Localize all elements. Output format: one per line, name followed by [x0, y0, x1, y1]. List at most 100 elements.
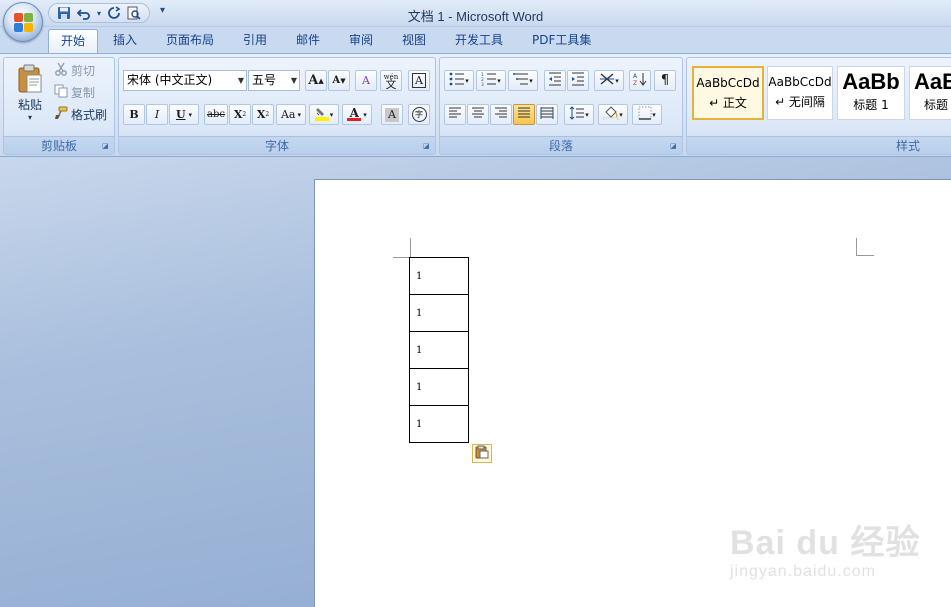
- shading-button[interactable]: ▾: [598, 104, 628, 125]
- document-table[interactable]: 1 1 1 1 1: [409, 257, 469, 443]
- justify-button[interactable]: [513, 104, 535, 125]
- paste-icon: [17, 64, 43, 94]
- decrease-indent-button[interactable]: [544, 70, 566, 91]
- eraser-icon: A: [362, 74, 370, 87]
- table-cell[interactable]: 1: [409, 405, 469, 443]
- align-right-button[interactable]: [490, 104, 512, 125]
- clipboard-group: 粘贴 ▾ 剪切 复制 格式刷 剪贴板 ◪: [3, 57, 115, 155]
- increase-indent-icon: [571, 72, 585, 89]
- borders-button[interactable]: ▾: [632, 104, 662, 125]
- chevron-down-icon: ▼: [237, 76, 244, 85]
- multilevel-list-icon: [513, 72, 529, 89]
- tab-review[interactable]: 审阅: [337, 29, 385, 53]
- table-cell[interactable]: 1: [409, 331, 469, 369]
- character-border-icon: A: [412, 73, 426, 88]
- font-size-combo[interactable]: 五号 ▼: [248, 70, 300, 91]
- superscript-button[interactable]: X2: [252, 104, 274, 125]
- superscript-icon: X: [256, 108, 266, 121]
- character-shading-button[interactable]: A: [381, 104, 403, 125]
- cut-button[interactable]: 剪切: [54, 62, 95, 80]
- style-normal[interactable]: AaBbCcDd ↵ 正文: [692, 66, 764, 120]
- underline-button[interactable]: U ▾: [169, 104, 199, 125]
- sort-button[interactable]: AZ: [629, 70, 651, 91]
- subscript-button[interactable]: X2: [229, 104, 251, 125]
- align-left-icon: [448, 107, 462, 122]
- clear-formatting-button[interactable]: A: [355, 70, 377, 91]
- tab-home[interactable]: 开始: [48, 29, 99, 53]
- print-preview-icon[interactable]: [125, 5, 143, 21]
- office-button[interactable]: [3, 2, 43, 42]
- style-sample: AaBbCcDd: [696, 76, 760, 90]
- font-name-combo[interactable]: 宋体 (中文正文) ▼: [123, 70, 247, 91]
- italic-button[interactable]: I: [146, 104, 168, 125]
- line-spacing-icon: [569, 106, 585, 123]
- tab-mailings[interactable]: 邮件: [284, 29, 332, 53]
- multilevel-list-button[interactable]: ▾: [508, 70, 538, 91]
- enclose-characters-button[interactable]: 字: [408, 104, 430, 125]
- table-cell[interactable]: 1: [409, 368, 469, 406]
- tab-insert[interactable]: 插入: [101, 29, 149, 53]
- clipboard-launcher-icon[interactable]: ◪: [102, 142, 110, 150]
- format-painter-button[interactable]: 格式刷: [54, 106, 107, 124]
- quick-access-toolbar: ▾: [48, 3, 150, 23]
- undo-icon[interactable]: [75, 5, 93, 21]
- tab-view[interactable]: 视图: [390, 29, 438, 53]
- redo-icon[interactable]: [105, 5, 123, 21]
- align-center-button[interactable]: [467, 104, 489, 125]
- table-row: 1: [409, 368, 469, 406]
- svg-text:3: 3: [481, 82, 484, 86]
- subscript-icon: X: [233, 108, 243, 121]
- undo-dropdown-icon[interactable]: ▾: [95, 5, 103, 21]
- bold-button[interactable]: B: [123, 104, 145, 125]
- show-hide-marks-button[interactable]: ¶: [654, 70, 676, 91]
- grow-font-icon: A: [308, 73, 319, 88]
- numbering-button[interactable]: 1 2 3 ▾: [476, 70, 506, 91]
- save-icon[interactable]: [55, 5, 73, 21]
- align-right-icon: [494, 107, 508, 122]
- style-heading[interactable]: AaB 标题: [909, 66, 951, 120]
- tab-pdf-tools[interactable]: PDF工具集: [520, 29, 603, 53]
- copy-button[interactable]: 复制: [54, 84, 95, 102]
- style-no-spacing[interactable]: AaBbCcDd ↵ 无间隔: [767, 66, 833, 120]
- font-color-button[interactable]: A ▾: [342, 104, 372, 125]
- character-border-button[interactable]: A: [408, 70, 430, 91]
- grow-font-button[interactable]: A ▲: [305, 70, 327, 91]
- phonetic-guide-button[interactable]: wén 文: [380, 70, 402, 91]
- cut-label: 剪切: [71, 64, 96, 78]
- font-launcher-icon[interactable]: ◪: [423, 142, 431, 150]
- crop-mark-top-left: [393, 238, 411, 258]
- style-heading-1[interactable]: AaBb 标题 1: [837, 66, 905, 120]
- format-painter-icon: [54, 106, 68, 125]
- bullets-button[interactable]: ▾: [444, 70, 474, 91]
- style-sample: AaB: [914, 69, 951, 94]
- justify-icon: [517, 107, 531, 122]
- increase-indent-button[interactable]: [567, 70, 589, 91]
- bullets-icon: [449, 72, 465, 89]
- paste-dropdown-icon[interactable]: ▾: [10, 113, 50, 123]
- strikethrough-icon: abc: [207, 109, 225, 120]
- change-case-button[interactable]: Aa ▾: [276, 104, 306, 125]
- shrink-font-button[interactable]: A ▼: [328, 70, 350, 91]
- customize-qat-icon[interactable]: ▾: [160, 5, 165, 16]
- paste-button[interactable]: 粘贴 ▾: [10, 62, 50, 130]
- table-cell[interactable]: 1: [409, 257, 469, 295]
- paragraph-launcher-icon[interactable]: ◪: [670, 142, 678, 150]
- format-painter-label: 格式刷: [71, 108, 108, 122]
- tab-page-layout[interactable]: 页面布局: [154, 29, 226, 53]
- paste-options-button[interactable]: [472, 444, 492, 463]
- style-sample: AaBb: [842, 69, 900, 94]
- table-cell[interactable]: 1: [409, 294, 469, 332]
- align-left-button[interactable]: [444, 104, 466, 125]
- copy-label: 复制: [71, 86, 96, 100]
- tab-references[interactable]: 引用: [231, 29, 279, 53]
- strikethrough-button[interactable]: abc: [204, 104, 228, 125]
- highlight-button[interactable]: ▾: [309, 104, 339, 125]
- line-spacing-button[interactable]: ▾: [564, 104, 594, 125]
- chevron-down-icon: ▼: [290, 76, 297, 85]
- styles-group: AaBbCcDd ↵ 正文 AaBbCcDd ↵ 无间隔 AaBb 标题 1 A…: [686, 57, 951, 155]
- svg-text:Z: Z: [633, 80, 637, 86]
- distributed-button[interactable]: [536, 104, 558, 125]
- style-name: 标题 1: [853, 98, 889, 112]
- tab-developer[interactable]: 开发工具: [443, 29, 515, 53]
- chinese-layout-button[interactable]: ▾: [594, 70, 624, 91]
